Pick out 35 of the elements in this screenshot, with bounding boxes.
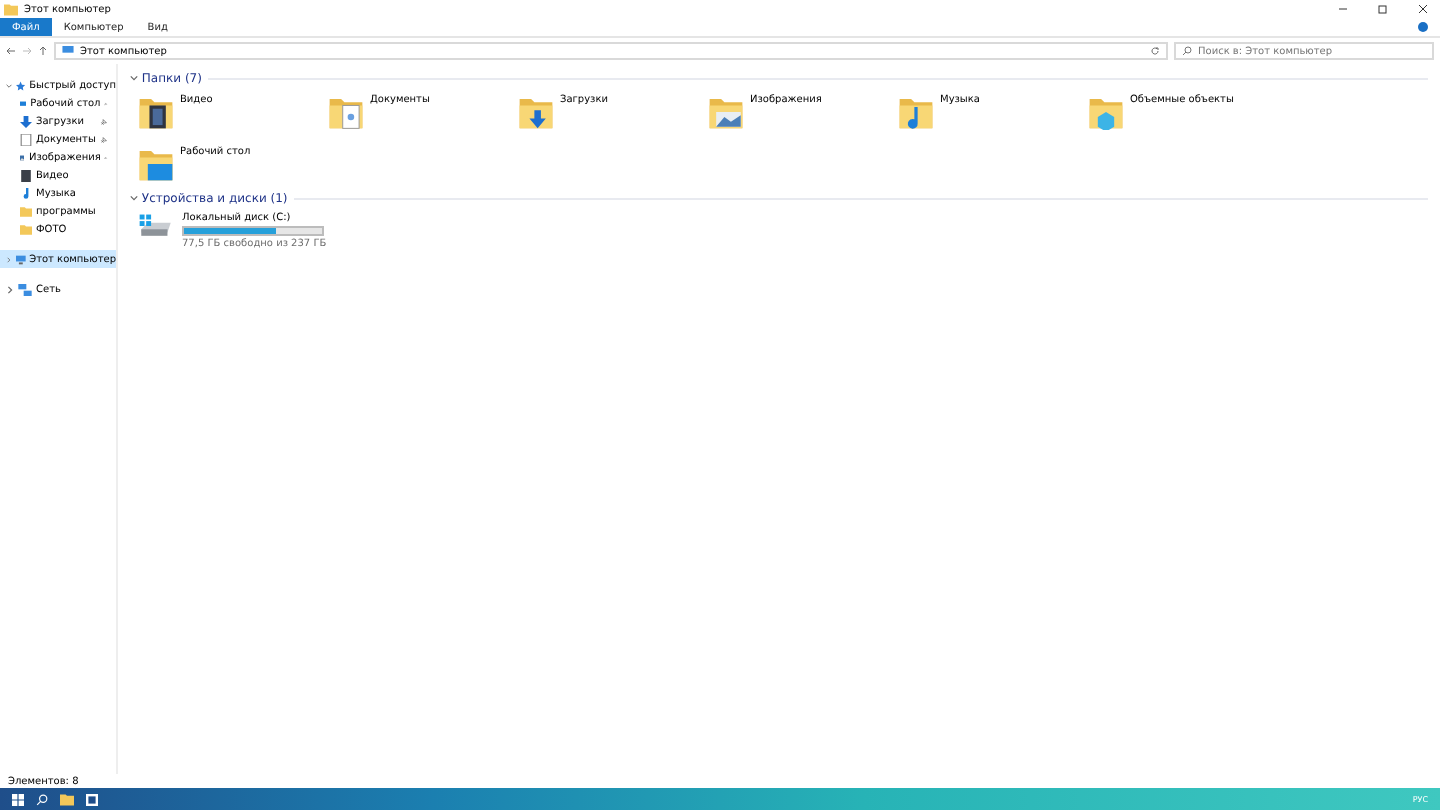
windows-logo-icon[interactable]	[12, 793, 24, 805]
window-icon[interactable]	[86, 793, 98, 805]
download-arrow-icon	[20, 115, 32, 127]
search-icon	[1182, 46, 1192, 56]
star-icon	[16, 79, 26, 91]
search-icon[interactable]	[36, 793, 48, 805]
hard-drive-icon	[138, 212, 174, 240]
desktop-icon	[20, 97, 27, 109]
folder-icon[interactable]	[60, 793, 74, 805]
folder-icon	[898, 94, 934, 130]
folder-icon	[328, 94, 364, 130]
refresh-icon[interactable]	[1150, 46, 1160, 56]
document-icon	[20, 133, 32, 145]
chevron-down-icon[interactable]	[130, 74, 138, 82]
network-icon	[18, 283, 32, 295]
up-arrow-icon[interactable]	[38, 46, 48, 56]
folder-icon	[1088, 94, 1124, 130]
back-arrow-icon[interactable]	[6, 46, 16, 56]
folder-icon	[138, 94, 174, 130]
image-icon	[20, 151, 25, 163]
chevron-right-icon[interactable]	[6, 285, 14, 293]
computer-icon	[15, 253, 26, 265]
close-icon[interactable]	[1418, 4, 1428, 14]
music-note-icon	[20, 187, 32, 199]
film-icon	[20, 169, 32, 181]
help-icon[interactable]	[1418, 22, 1428, 32]
chevron-down-icon[interactable]	[6, 81, 13, 89]
chevron-right-icon[interactable]	[6, 255, 12, 263]
restore-icon[interactable]	[1378, 4, 1388, 14]
computer-icon	[62, 46, 74, 56]
chevron-down-icon[interactable]	[130, 194, 138, 202]
folder-icon	[138, 146, 174, 182]
minimize-icon[interactable]	[1338, 4, 1348, 14]
folder-icon	[518, 94, 554, 130]
folder-icon	[708, 94, 744, 130]
